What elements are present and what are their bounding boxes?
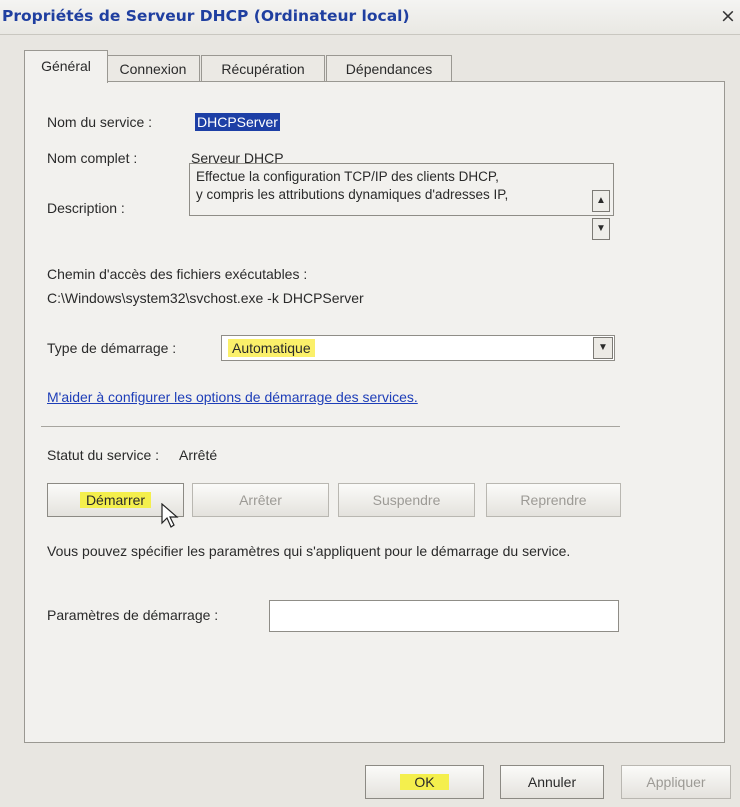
apply-button[interactable]: Appliquer xyxy=(621,765,731,799)
path-value: C:\Windows\system32\svchost.exe -k DHCPS… xyxy=(47,290,364,306)
service-status-label: Statut du service : xyxy=(47,447,160,463)
description-line-2: y compris les attributions dynamiques d'… xyxy=(196,187,509,202)
pause-button[interactable]: Suspendre xyxy=(338,483,475,517)
general-tab-panel: Nom du service : DHCPServer Nom complet … xyxy=(24,81,725,743)
startup-params-input[interactable] xyxy=(269,600,619,632)
mouse-cursor-icon xyxy=(161,503,179,528)
service-status-value: Arrêté xyxy=(179,447,218,463)
window-title: Propriétés de Serveur DHCP (Ordinateur l… xyxy=(2,7,410,25)
tab-recuperation[interactable]: Récupération xyxy=(201,55,325,82)
service-name-value: DHCPServer xyxy=(195,113,280,131)
cancel-button[interactable]: Annuler xyxy=(500,765,604,799)
tab-general[interactable]: Général xyxy=(24,50,108,83)
startup-type-label: Type de démarrage : xyxy=(47,340,177,356)
tab-connexion[interactable]: Connexion xyxy=(106,55,200,82)
resume-button[interactable]: Reprendre xyxy=(486,483,621,517)
startup-type-select[interactable]: Automatique ▼ xyxy=(221,335,615,361)
startup-params-label: Paramètres de démarrage : xyxy=(47,607,219,623)
description-label: Description : xyxy=(47,200,125,216)
divider xyxy=(41,426,620,427)
description-box[interactable]: Effectue la configuration TCP/IP des cli… xyxy=(189,163,614,216)
title-bar: Propriétés de Serveur DHCP (Ordinateur l… xyxy=(0,0,740,35)
startup-params-hint: Vous pouvez spécifier les paramètres qui… xyxy=(47,543,571,559)
display-name-label: Nom complet : xyxy=(47,150,138,166)
scroll-down-icon[interactable]: ▼ xyxy=(592,218,610,240)
path-label: Chemin d'accès des fichiers exécutables … xyxy=(47,266,308,282)
tab-dependances[interactable]: Dépendances xyxy=(326,55,452,82)
close-icon[interactable]: × xyxy=(720,4,740,28)
help-link[interactable]: M'aider à configurer les options de déma… xyxy=(47,389,418,405)
ok-button-label: OK xyxy=(400,774,449,790)
ok-button[interactable]: OK xyxy=(365,765,484,799)
chevron-down-icon[interactable]: ▼ xyxy=(593,337,613,359)
start-button-label: Démarrer xyxy=(79,492,152,508)
startup-type-value: Automatique xyxy=(228,339,315,357)
stop-button[interactable]: Arrêter xyxy=(192,483,329,517)
scroll-up-icon[interactable]: ▲ xyxy=(592,190,610,212)
description-line-1: Effectue la configuration TCP/IP des cli… xyxy=(196,169,499,184)
service-name-label: Nom du service : xyxy=(47,114,153,130)
